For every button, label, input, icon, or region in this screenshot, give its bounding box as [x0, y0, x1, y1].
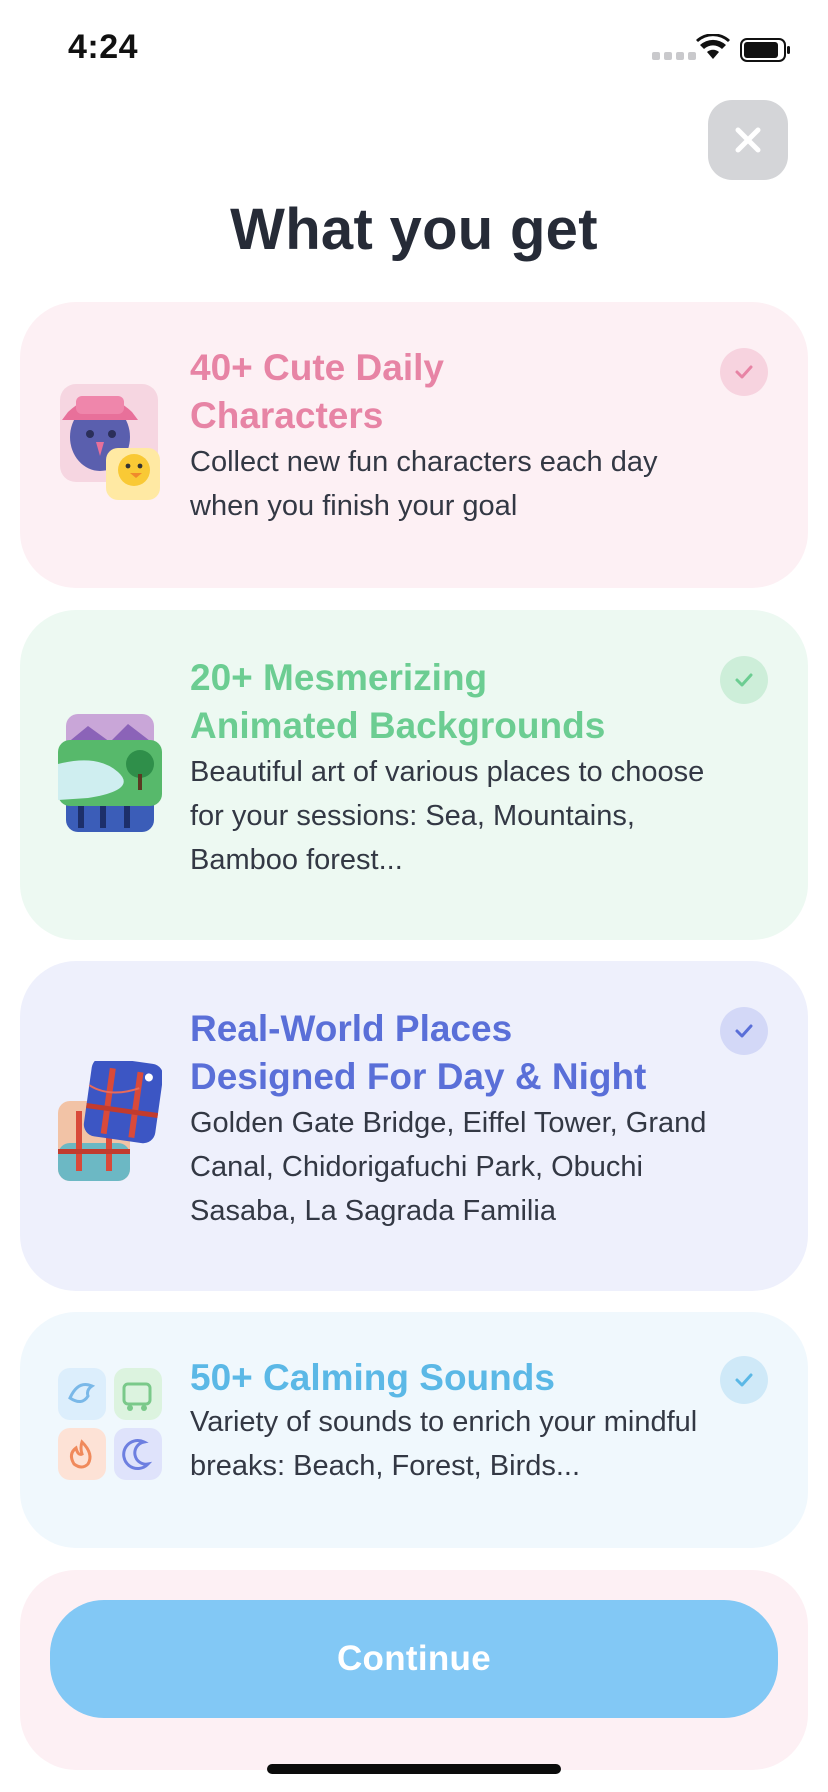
feature-desc-places-line1: Golden Gate Bridge, Eiffel Tower, Grand — [190, 1107, 707, 1139]
home-indicator — [267, 1764, 561, 1774]
feature-card-places: Real-World Places Designed For Day & Nig… — [20, 961, 808, 1291]
backgrounds-icon — [58, 714, 162, 832]
feature-title-places-line2: Designed For Day & Night — [190, 1056, 647, 1097]
feature-title-backgrounds-line1: 20+ Mesmerizing — [190, 657, 488, 698]
feature-desc-places-line2: Canal, Chidorigafuchi Park, Obuchi — [190, 1151, 643, 1183]
feature-title-places-line1: Real-World Places — [190, 1008, 513, 1049]
feature-title-backgrounds-line2: Animated Backgrounds — [190, 705, 606, 746]
feature-card-characters: 40+ Cute Daily Characters Collect new fu… — [20, 302, 808, 588]
check-icon — [720, 656, 768, 704]
characters-icon — [60, 384, 160, 500]
cellular-signal-icon — [652, 52, 696, 60]
feature-card-backgrounds: 20+ Mesmerizing Animated Backgrounds Bea… — [20, 610, 808, 940]
status-bar: 4:24 — [0, 0, 828, 100]
feature-desc-sounds-line1: Variety of sounds to enrich your mindful — [190, 1406, 698, 1438]
wifi-icon — [696, 34, 730, 59]
feature-card-sounds: 50+ Calming Sounds Variety of sounds to … — [20, 1312, 808, 1548]
page-title: What you get — [230, 197, 598, 262]
check-icon — [720, 1007, 768, 1055]
feature-desc-places-line3: Sasaba, La Sagrada Familia — [190, 1195, 556, 1227]
feature-desc-backgrounds-line3: Bamboo forest... — [190, 844, 403, 876]
close-icon — [735, 127, 761, 153]
battery-icon — [740, 38, 790, 62]
sounds-icon — [58, 1368, 162, 1480]
feature-title-characters-line1: 40+ Cute Daily — [190, 347, 444, 388]
feature-desc-characters-line2: when you finish your goal — [190, 490, 518, 522]
screen: 4:24 What you get 40+ Cute Daily Charact… — [0, 0, 828, 1792]
feature-title-characters-line2: Characters — [190, 395, 384, 436]
close-button[interactable] — [708, 100, 788, 180]
feature-desc-backgrounds-line1: Beautiful art of various places to choos… — [190, 756, 705, 788]
feature-title-sounds: 50+ Calming Sounds — [190, 1357, 555, 1398]
status-time: 4:24 — [68, 28, 139, 66]
feature-desc-backgrounds-line2: for your sessions: Sea, Mountains, — [190, 800, 635, 832]
continue-button[interactable]: Continue — [50, 1600, 778, 1718]
feature-desc-characters-line1: Collect new fun characters each day — [190, 446, 658, 478]
check-icon — [720, 348, 768, 396]
check-icon — [720, 1356, 768, 1404]
feature-desc-sounds-line2: breaks: Beach, Forest, Birds... — [190, 1450, 581, 1482]
places-icon — [58, 1061, 162, 1181]
